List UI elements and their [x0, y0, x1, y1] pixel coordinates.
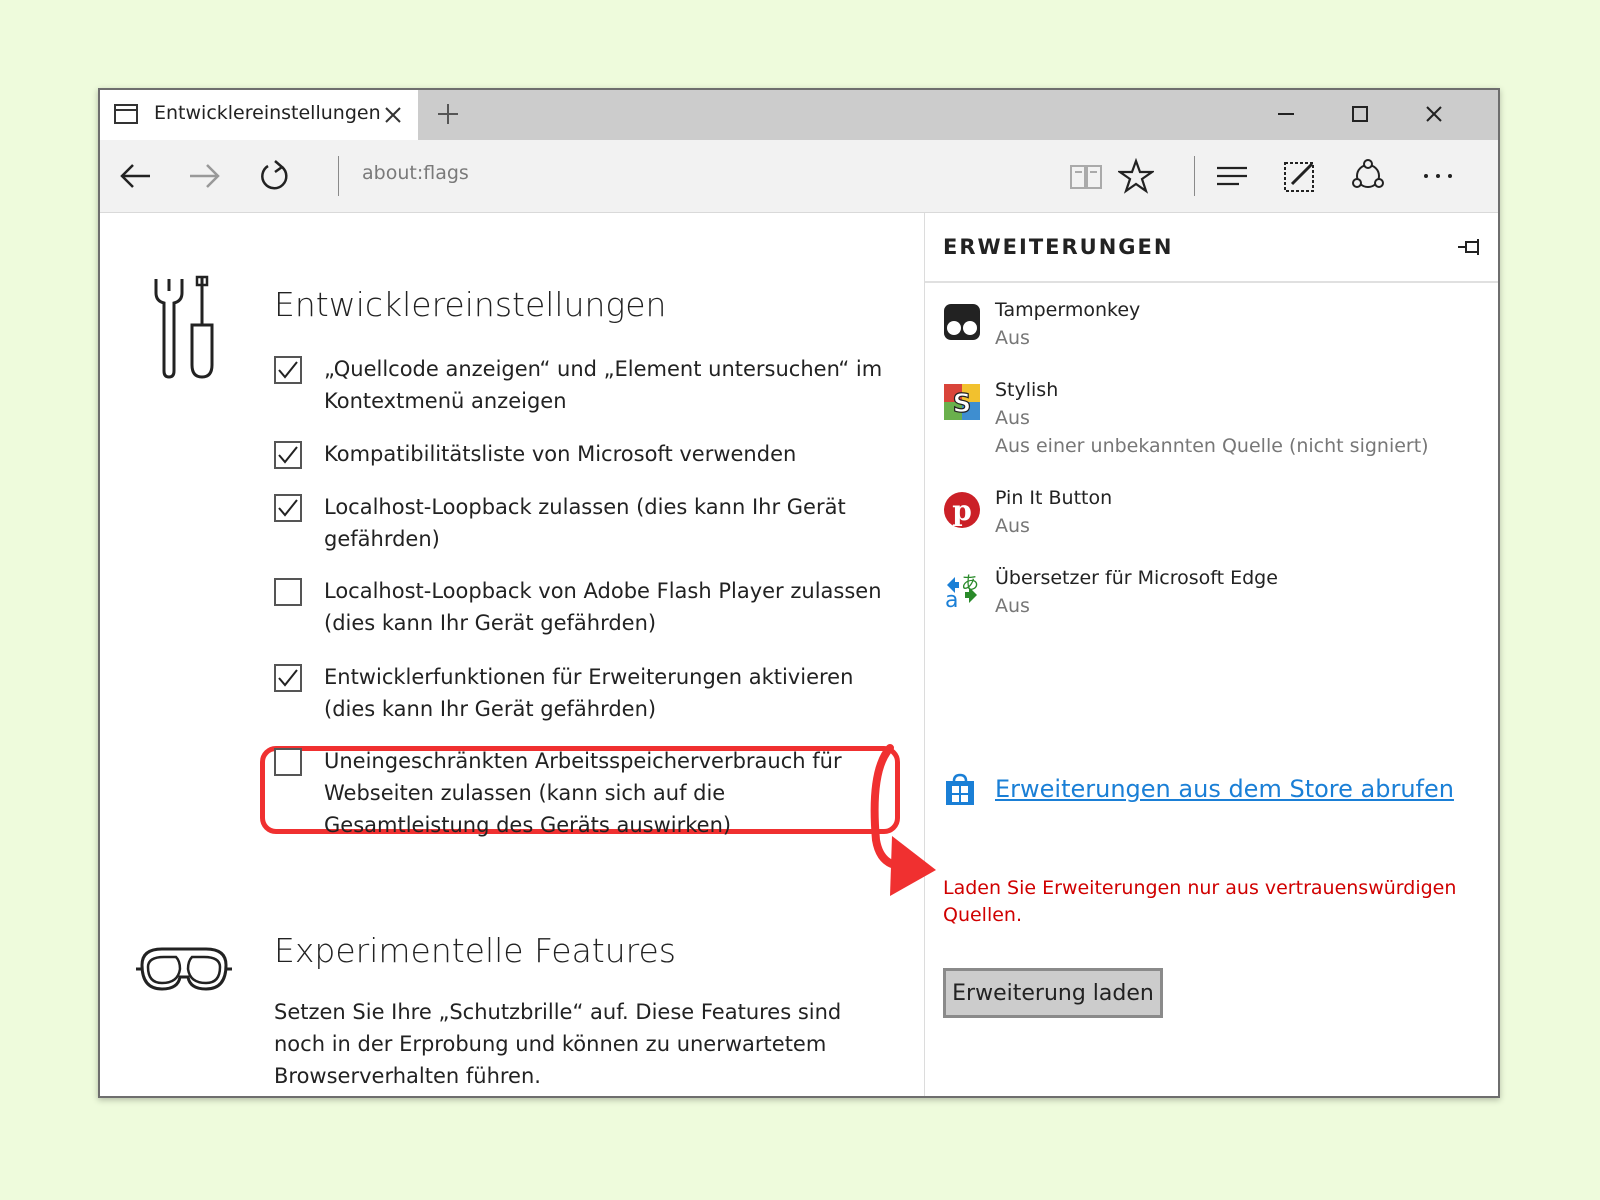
back-icon[interactable] [118, 158, 154, 194]
tools-icon [154, 275, 214, 379]
panel-divider [925, 281, 1498, 283]
svg-text:p: p [952, 494, 972, 527]
forward-icon[interactable] [186, 158, 222, 194]
warning-text: Laden Sie Erweiterungen nur aus vertraue… [943, 877, 1457, 926]
goggles-icon [136, 947, 232, 991]
extension-status: Aus [995, 327, 1030, 349]
tampermonkey-icon [944, 304, 980, 340]
extension-status: Aus [995, 515, 1030, 537]
close-tab-icon[interactable] [384, 106, 402, 124]
extension-status: Aus [995, 595, 1030, 617]
checkbox[interactable] [274, 356, 302, 384]
checkbox[interactable] [274, 748, 302, 776]
new-tab-icon[interactable] [436, 102, 460, 126]
tab-title: Entwicklereinstellungen [154, 102, 381, 124]
browser-tab[interactable]: Entwicklereinstellungen [100, 90, 418, 140]
svg-text:a: a [945, 588, 958, 609]
refresh-icon[interactable] [256, 158, 292, 194]
option-label: Kompatibilitätsliste von Microsoft verwe… [324, 442, 797, 466]
checkmark-icon [278, 361, 298, 379]
checkmark-icon [278, 499, 298, 517]
hub-icon[interactable] [1214, 158, 1250, 194]
close-window-icon[interactable] [1424, 104, 1444, 124]
share-icon[interactable] [1350, 158, 1386, 194]
option-label: „Quellcode anzeigen“ und „Element unters… [324, 357, 883, 413]
panel-title: ERWEITERUNGEN [943, 235, 1174, 259]
checkmark-icon [278, 669, 298, 687]
svg-text:S: S [953, 389, 972, 419]
option-label: Uneingeschränkten Arbeitsspeicherverbrau… [324, 749, 842, 837]
checkmark-icon [278, 446, 298, 464]
stylish-icon: S [944, 384, 980, 420]
settings-content: Entwicklereinstellungen „Quellcode anzei… [100, 213, 924, 1096]
pinterest-icon: p [944, 492, 980, 528]
translator-icon: a あ [945, 573, 979, 609]
browser-window: Entwicklereinstellungen about:flags Entw… [98, 88, 1500, 1098]
option-label: Localhost-Loopback von Adobe Flash Playe… [324, 579, 882, 635]
option-label: Entwicklerfunktionen für Erweiterungen a… [324, 665, 854, 721]
address-separator [338, 156, 339, 196]
toolbar-separator [1194, 156, 1195, 196]
maximize-icon[interactable] [1350, 104, 1370, 124]
more-icon[interactable] [1420, 158, 1456, 194]
experimental-features-title: Experimentelle Features [274, 931, 676, 970]
extension-status: Aus [995, 407, 1030, 429]
load-extension-button[interactable]: Erweiterung laden [943, 968, 1163, 1018]
extension-name: Tampermonkey [995, 299, 1141, 321]
checkbox[interactable] [274, 494, 302, 522]
extensions-panel: ERWEITERUNGEN Tampermonkey Aus S Stylish… [924, 213, 1498, 1096]
navigation-toolbar: about:flags [100, 140, 1498, 213]
checkbox[interactable] [274, 578, 302, 606]
option-label: Localhost-Loopback zulassen (dies kann I… [324, 495, 846, 551]
store-link[interactable]: Erweiterungen aus dem Store abrufen [995, 775, 1454, 803]
extension-name: Stylish [995, 379, 1059, 401]
page-icon [114, 104, 138, 124]
minimize-icon[interactable] [1276, 104, 1296, 124]
title-bar: Entwicklereinstellungen [100, 90, 1498, 140]
store-icon [946, 773, 974, 805]
pin-icon[interactable] [1456, 237, 1484, 257]
extension-note: Aus einer unbekannten Quelle (nicht sign… [995, 435, 1429, 457]
checkbox[interactable] [274, 664, 302, 692]
extension-name: Übersetzer für Microsoft Edge [995, 567, 1278, 589]
experimental-description: Setzen Sie Ihre „Schutzbrille“ auf. Dies… [274, 1000, 842, 1088]
extension-name: Pin It Button [995, 487, 1113, 509]
address-bar[interactable]: about:flags [362, 162, 469, 184]
web-note-icon[interactable] [1282, 158, 1318, 194]
checkbox[interactable] [274, 441, 302, 469]
favorite-star-icon[interactable] [1118, 158, 1154, 194]
reading-view-icon[interactable] [1068, 158, 1104, 194]
developer-settings-title: Entwicklereinstellungen [274, 285, 667, 324]
